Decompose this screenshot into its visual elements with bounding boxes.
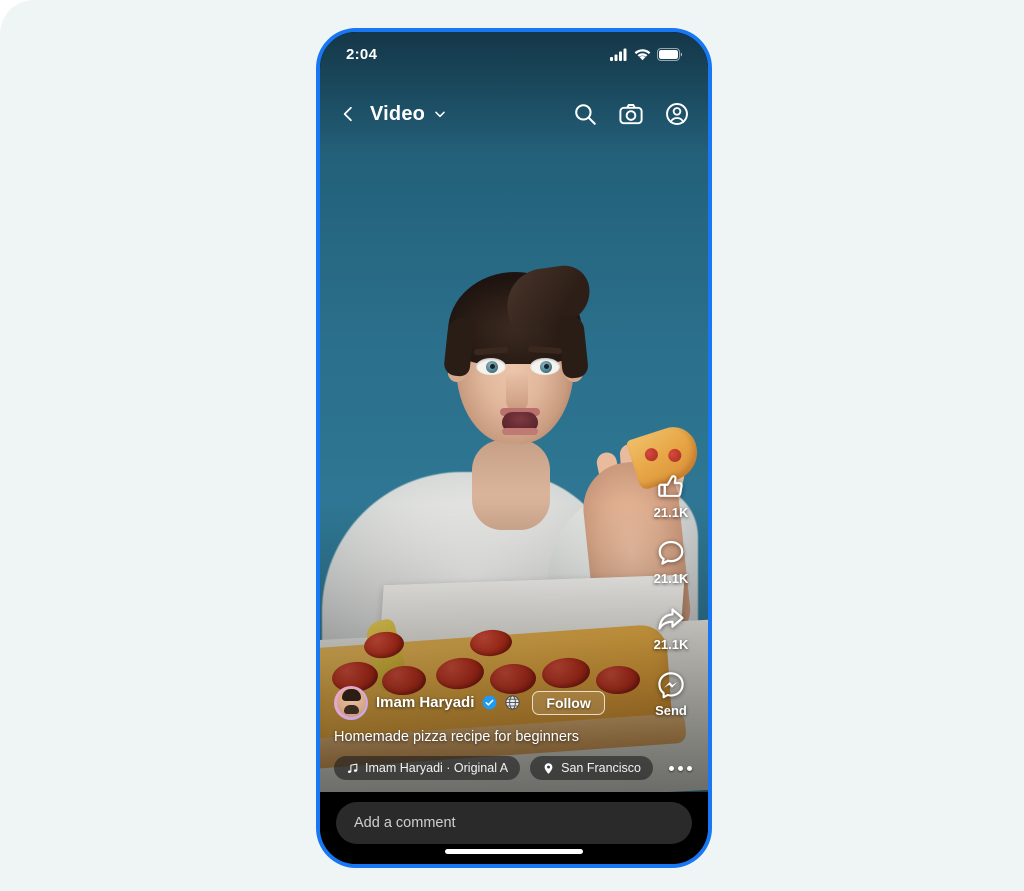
- app-header: Video: [320, 90, 708, 138]
- battery-full-icon: [657, 47, 682, 61]
- subject-hair-side-right: [556, 314, 590, 380]
- pepperoni: [666, 447, 683, 464]
- dot: [669, 765, 674, 771]
- music-label: Imam Haryadi · Original A: [365, 761, 509, 775]
- avatar[interactable]: [334, 685, 368, 720]
- cellular-signal-icon: [610, 48, 627, 61]
- video-player[interactable]: 2:04 Video 21.1K 21.1K 21.1K Send Imam H…: [320, 32, 708, 792]
- author-row: Imam Haryadi Follow: [334, 685, 694, 720]
- post-caption: Homemade pizza recipe for beginners: [334, 728, 580, 745]
- comment-bar: Add a comment: [320, 792, 708, 864]
- more-options-icon[interactable]: [667, 760, 694, 777]
- comment-button[interactable]: 21.1K: [653, 538, 689, 586]
- status-time: 2:04: [346, 45, 378, 63]
- author-name[interactable]: Imam Haryadi: [376, 694, 474, 711]
- thumbs-up-icon: [658, 475, 683, 497]
- comment-bubble-icon: [658, 540, 684, 565]
- share-button[interactable]: 21.1K: [653, 604, 689, 652]
- music-note-icon: [347, 763, 358, 773]
- follow-button[interactable]: Follow: [532, 690, 605, 715]
- music-pill[interactable]: Imam Haryadi · Original A: [334, 756, 521, 780]
- share-count: 21.1K: [653, 637, 689, 652]
- header-actions: [572, 101, 690, 127]
- like-button[interactable]: 21.1K: [653, 472, 689, 520]
- subject-pupil-right: [544, 364, 549, 369]
- like-count: 21.1K: [653, 505, 689, 520]
- subject-neck: [472, 440, 550, 530]
- phone-screen: 2:04 Video 21.1K 21.1K 21.1K Send Imam H…: [320, 32, 708, 864]
- dot: [687, 765, 692, 771]
- chevron-down-icon[interactable]: [433, 107, 447, 121]
- share-arrow-icon: [658, 608, 684, 630]
- subject-pupil-left: [490, 364, 495, 369]
- wifi-icon: [634, 48, 651, 60]
- add-comment-input[interactable]: Add a comment: [336, 802, 692, 844]
- page-title: Video: [370, 102, 426, 125]
- location-label: San Francisco: [561, 761, 642, 775]
- pill-row: Imam Haryadi · Original A San Francisco: [334, 756, 694, 780]
- status-bar: 2:04: [320, 32, 708, 76]
- subject-lip-bottom: [502, 428, 538, 435]
- camera-icon[interactable]: [618, 101, 644, 127]
- globe-public-icon: [505, 695, 521, 711]
- location-pin-icon: [544, 762, 553, 774]
- back-chevron-icon[interactable]: [338, 104, 358, 124]
- action-rail: 21.1K 21.1K 21.1K Send: [640, 472, 702, 718]
- location-pill[interactable]: San Francisco: [530, 756, 654, 780]
- pepperoni: [643, 446, 660, 463]
- avatar-image: [336, 688, 366, 718]
- search-icon[interactable]: [572, 101, 598, 127]
- profile-icon[interactable]: [664, 101, 690, 127]
- verified-badge-icon: [483, 696, 497, 710]
- phone-frame: 2:04 Video 21.1K 21.1K 21.1K Send Imam H…: [316, 28, 712, 868]
- status-icons: [610, 47, 682, 61]
- subject-nose: [506, 372, 528, 412]
- page-canvas: 2:04 Video 21.1K 21.1K 21.1K Send Imam H…: [0, 0, 1024, 891]
- post-meta: Imam Haryadi Follow Homemade pizza recip…: [320, 685, 708, 792]
- comment-count: 21.1K: [653, 571, 689, 586]
- dot: [678, 765, 683, 771]
- home-indicator: [445, 849, 583, 854]
